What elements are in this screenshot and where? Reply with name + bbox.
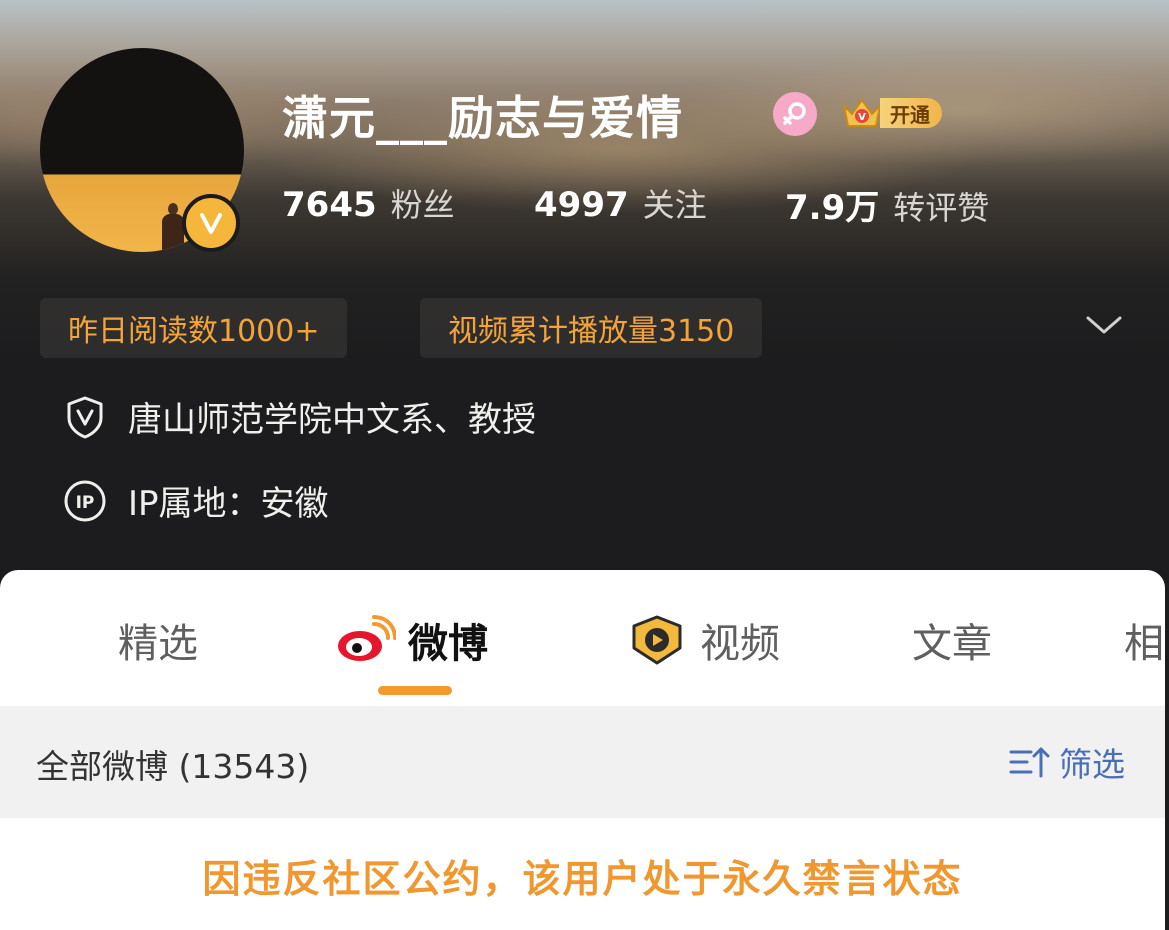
verification-text: 唐山师范学院中文系、教授 (128, 400, 536, 440)
video-play-icon (632, 615, 682, 665)
video-plays-chip[interactable]: 视频累计播放量3150 (420, 298, 763, 358)
filter-button[interactable]: 筛选 (1009, 738, 1125, 786)
shield-verified-icon (67, 396, 103, 438)
vip-open-button[interactable]: V 开通 (838, 94, 942, 132)
following-stat[interactable]: 4997 关注 (534, 180, 707, 226)
username: 潇元___励志与爱情 (282, 91, 683, 145)
following-count: 4997 (534, 185, 629, 225)
filter-label: 筛选 (1059, 745, 1125, 784)
followers-stat[interactable]: 7645 粉丝 (282, 180, 455, 226)
profile-tabs: 精选 微博 视频 文章 相 (0, 570, 1165, 706)
followers-label: 粉丝 (390, 186, 455, 224)
weibo-icon (338, 615, 396, 661)
ip-location-text: IP属地：安徽 (128, 484, 329, 524)
tab-articles-label: 文章 (912, 621, 992, 667)
following-label: 关注 (642, 186, 707, 224)
tab-featured-label: 精选 (118, 621, 198, 667)
tab-albums-label: 相 (1124, 621, 1164, 667)
avatar-figure-body (162, 214, 184, 252)
tab-weibo-label: 微博 (408, 621, 488, 667)
tab-weibo[interactable]: 微博 (334, 608, 488, 672)
svg-text:V: V (858, 112, 866, 123)
content-panel: 精选 微博 视频 文章 相 全部微博 (13543) 筛选 因违反社区公约，该用… (0, 570, 1165, 930)
vip-open-label: 开通 (880, 98, 942, 128)
followers-count: 7645 (282, 185, 377, 225)
crown-icon: V (842, 98, 882, 127)
banned-notice: 因违反社区公约，该用户处于永久禁言状态 (202, 857, 963, 901)
tab-featured[interactable]: 精选 (118, 608, 198, 672)
svg-text:IP: IP (76, 493, 95, 513)
all-posts-count: 全部微博 (13543) (36, 747, 310, 786)
active-tab-indicator (378, 686, 452, 695)
ip-location-row: IP IP属地：安徽 (62, 476, 329, 525)
chevron-down-icon[interactable] (1084, 312, 1124, 338)
profile-header: 潇元___励志与爱情 V 开通 7645 粉丝 4997 关注 7.9万 转评赞… (0, 0, 1169, 600)
interactions-count: 7.9万 (785, 188, 880, 228)
female-gender-icon (773, 92, 817, 136)
verified-v-icon (182, 194, 240, 252)
tab-video-label: 视频 (700, 621, 780, 667)
tab-video[interactable]: 视频 (626, 608, 780, 672)
filter-icon (1009, 747, 1050, 778)
tab-articles[interactable]: 文章 (912, 608, 992, 672)
verification-row: 唐山师范学院中文系、教授 (62, 392, 536, 441)
interactions-stat[interactable]: 7.9万 转评赞 (785, 180, 989, 229)
tab-albums[interactable]: 相 (1124, 608, 1164, 672)
interactions-label: 转评赞 (893, 189, 990, 227)
yesterday-reads-chip[interactable]: 昨日阅读数1000+ (40, 298, 348, 358)
feed-filter-bar: 全部微博 (13543) 筛选 (0, 706, 1165, 818)
ip-icon: IP (64, 480, 106, 521)
